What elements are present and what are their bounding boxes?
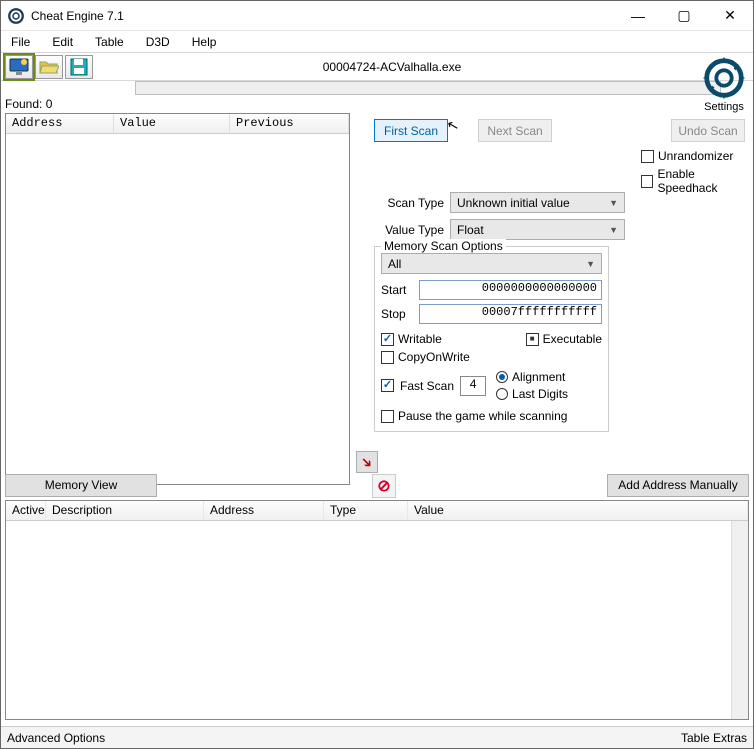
last-digits-label: Last Digits [512, 387, 568, 401]
speedhack-label: Enable Speedhack [657, 167, 753, 195]
chevron-down-icon: ▼ [609, 198, 618, 208]
chevron-down-icon: ▼ [586, 259, 595, 269]
address-list[interactable]: Active Description Address Type Value [5, 500, 749, 720]
last-digits-radio[interactable] [496, 388, 508, 400]
col-address2[interactable]: Address [204, 501, 324, 520]
arrow-down-right-icon: ➔ [357, 452, 377, 472]
scan-results-list[interactable]: Address Value Previous [5, 113, 350, 485]
menu-edit[interactable]: Edit [46, 33, 79, 51]
advanced-options-link[interactable]: Advanced Options [7, 731, 105, 745]
undo-scan-button: Undo Scan [671, 119, 745, 142]
found-count: Found: 0 [1, 97, 753, 113]
unrandomizer-label: Unrandomizer [658, 149, 733, 163]
memory-view-button[interactable]: Memory View [5, 474, 157, 497]
settings-link[interactable]: Settings [701, 55, 747, 113]
close-button[interactable]: ✕ [707, 1, 753, 31]
side-options: Unrandomizer Enable Speedhack [641, 145, 753, 199]
col-description[interactable]: Description [46, 501, 204, 520]
writable-checkbox[interactable] [381, 333, 394, 346]
menu-file[interactable]: File [5, 33, 36, 51]
address-list-header: Active Description Address Type Value [6, 501, 748, 521]
scan-type-label: Scan Type [374, 196, 444, 210]
pause-game-label: Pause the game while scanning [398, 409, 567, 423]
executable-label: Executable [543, 332, 602, 346]
speedhack-checkbox[interactable] [641, 175, 653, 188]
fast-scan-value-input[interactable]: 4 [460, 376, 486, 396]
executable-checkbox[interactable] [526, 333, 539, 346]
next-scan-button: Next Scan [478, 119, 552, 142]
scrollbar[interactable] [731, 521, 748, 719]
menubar: File Edit Table D3D Help [1, 31, 753, 53]
add-address-manually-button[interactable]: Add Address Manually [607, 474, 749, 497]
folder-open-icon [39, 59, 59, 75]
stop-label: Stop [381, 307, 415, 321]
col-address[interactable]: Address [6, 114, 114, 133]
menu-help[interactable]: Help [186, 33, 223, 51]
col-value[interactable]: Value [114, 114, 230, 133]
cheat-engine-logo-icon [701, 55, 747, 101]
unrandomizer-checkbox[interactable] [641, 150, 654, 163]
open-file-button[interactable] [35, 55, 63, 79]
value-type-select[interactable]: Float ▼ [450, 219, 625, 240]
results-header: Address Value Previous [6, 114, 349, 134]
copyonwrite-label: CopyOnWrite [398, 350, 470, 364]
col-active[interactable]: Active [6, 501, 46, 520]
first-scan-button[interactable]: First Scan [374, 119, 448, 142]
fast-scan-checkbox[interactable] [381, 379, 394, 392]
menu-d3d[interactable]: D3D [140, 33, 176, 51]
titlebar: Cheat Engine 7.1 — ▢ ✕ [1, 1, 753, 31]
pause-game-checkbox[interactable] [381, 410, 394, 423]
value-type-value: Float [457, 223, 484, 237]
alignment-radio[interactable] [496, 371, 508, 383]
status-bar: Advanced Options Table Extras [1, 726, 753, 748]
memory-region-value: All [388, 257, 401, 271]
menu-table[interactable]: Table [89, 33, 130, 51]
floppy-disk-icon [70, 58, 88, 76]
monitor-flash-icon [9, 58, 29, 76]
toolbar: 00004724-ACValhalla.exe [1, 53, 753, 81]
writable-label: Writable [398, 332, 442, 346]
attached-process: 00004724-ACValhalla.exe [95, 60, 749, 74]
alignment-label: Alignment [512, 370, 565, 384]
maximize-button[interactable]: ▢ [661, 1, 707, 31]
window-title: Cheat Engine 7.1 [31, 9, 124, 23]
progress-bar [135, 81, 721, 95]
memory-scan-options: Memory Scan Options All ▼ Start 00000000… [374, 246, 609, 432]
copyonwrite-checkbox[interactable] [381, 351, 394, 364]
fast-scan-label: Fast Scan [400, 379, 454, 393]
scan-type-select[interactable]: Unknown initial value ▼ [450, 192, 625, 213]
settings-label: Settings [701, 101, 747, 113]
open-process-button[interactable] [5, 55, 33, 79]
table-extras-link[interactable]: Table Extras [681, 731, 747, 745]
add-selected-button[interactable]: ➔ [356, 451, 378, 473]
start-label: Start [381, 283, 415, 297]
minimize-button[interactable]: — [615, 1, 661, 31]
memory-region-select[interactable]: All ▼ [381, 253, 602, 274]
value-type-label: Value Type [374, 223, 444, 237]
stop-address-input[interactable]: 00007fffffffffff [419, 304, 602, 324]
scan-type-value: Unknown initial value [457, 196, 570, 210]
mem-group-label: Memory Scan Options [381, 239, 506, 253]
col-value2[interactable]: Value [408, 501, 748, 520]
start-address-input[interactable]: 0000000000000000 [419, 280, 602, 300]
app-icon [7, 7, 25, 25]
chevron-down-icon: ▼ [609, 225, 618, 235]
col-previous[interactable]: Previous [230, 114, 349, 133]
col-type[interactable]: Type [324, 501, 408, 520]
save-button[interactable] [65, 55, 93, 79]
